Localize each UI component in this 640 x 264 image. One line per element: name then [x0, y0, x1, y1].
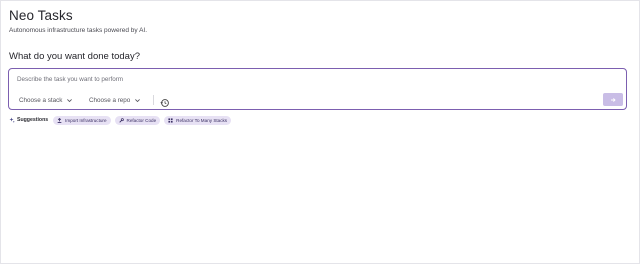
repo-dropdown-label: Choose a repo — [89, 97, 131, 104]
suggestion-chip-label: Import Infrastructure — [65, 117, 107, 123]
wrench-icon — [118, 117, 124, 123]
chevron-down-icon — [135, 99, 141, 103]
suggestion-chip-refactor[interactable]: Refactor Code — [114, 115, 161, 125]
page-title: Neo Tasks — [9, 8, 73, 23]
stack-dropdown[interactable]: Choose a stack — [19, 96, 73, 105]
repo-dropdown[interactable]: Choose a repo — [89, 96, 141, 105]
suggestion-chip-label: Refactor To Many Stacks — [176, 117, 228, 123]
app-frame — [0, 0, 640, 264]
sparkle-icon — [9, 117, 15, 123]
upload-icon — [57, 117, 62, 123]
suggestions-label-text: Suggestions — [17, 117, 49, 123]
history-button[interactable] — [160, 95, 170, 107]
suggestion-chip-import[interactable]: Import Infrastructure — [53, 115, 111, 125]
grid-icon — [168, 117, 173, 123]
suggestions-row: Suggestions Import Infrastructure Refact… — [9, 115, 235, 125]
suggestion-chip-many-stacks[interactable]: Refactor To Many Stacks — [164, 115, 232, 125]
toolbar-divider — [153, 95, 154, 105]
send-button[interactable] — [603, 93, 623, 106]
arrow-right-icon — [611, 97, 616, 102]
prompt-heading: What do you want done today? — [9, 51, 140, 62]
page-subtitle: Autonomous infrastructure tasks powered … — [9, 27, 148, 34]
task-description-input[interactable] — [17, 74, 597, 84]
task-composer: Choose a stack Choose a repo — [8, 68, 627, 110]
history-icon — [160, 99, 169, 107]
chevron-down-icon — [67, 99, 73, 103]
suggestion-chip-label: Refactor Code — [126, 117, 157, 123]
suggestions-label: Suggestions — [9, 117, 48, 123]
stack-dropdown-label: Choose a stack — [19, 97, 63, 104]
